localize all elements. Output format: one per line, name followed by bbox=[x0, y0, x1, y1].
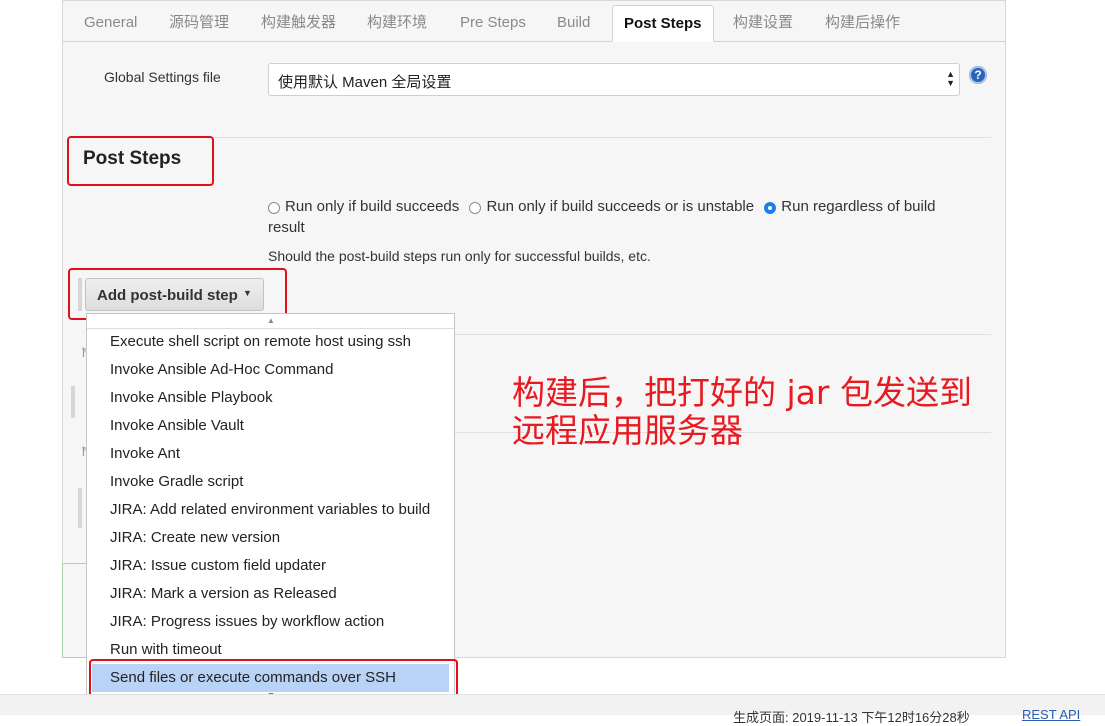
tab-pre-steps[interactable]: Pre Steps bbox=[460, 5, 526, 41]
menu-item-jira-new-version[interactable]: JIRA: Create new version bbox=[92, 524, 449, 552]
menu-item-jira-env-vars[interactable]: JIRA: Add related environment variables … bbox=[92, 496, 449, 524]
global-settings-select[interactable]: 使用默认 Maven 全局设置 ▲ ▼ bbox=[268, 63, 960, 96]
menu-item-jira-release[interactable]: JIRA: Mark a version as Released bbox=[92, 580, 449, 608]
generated-timestamp: 生成页面: 2019-11-13 下午12时16分28秒 bbox=[733, 710, 970, 725]
radio-label: Run only if build succeeds bbox=[285, 198, 460, 215]
rest-api-link[interactable]: REST API bbox=[1022, 707, 1080, 722]
menu-item-invoke-ant[interactable]: Invoke Ant bbox=[92, 440, 449, 468]
menu-item-gradle-script[interactable]: Invoke Gradle script bbox=[92, 468, 449, 496]
drag-handle[interactable] bbox=[71, 386, 75, 418]
radio-circle-icon[interactable] bbox=[469, 202, 482, 214]
menu-item-jira-progress[interactable]: JIRA: Progress issues by workflow action bbox=[92, 608, 449, 636]
tab-post-build-actions[interactable]: 构建后操作 bbox=[825, 5, 900, 41]
tab-post-steps[interactable]: Post Steps bbox=[612, 5, 714, 42]
tab-build-triggers[interactable]: 构建触发器 bbox=[261, 5, 336, 41]
menu-item-ansible-playbook[interactable]: Invoke Ansible Playbook bbox=[92, 384, 449, 412]
menu-item-jira-custom-field[interactable]: JIRA: Issue custom field updater bbox=[92, 552, 449, 580]
annotation-line-2: 远程应用服务器 bbox=[512, 411, 743, 450]
menu-item-ansible-adhoc[interactable]: Invoke Ansible Ad-Hoc Command bbox=[92, 356, 449, 384]
page-footer: 生成页面: 2019-11-13 下午12时16分28秒 REST API bbox=[0, 694, 1105, 725]
radio-checked-icon[interactable] bbox=[764, 202, 777, 214]
tab-general[interactable]: General bbox=[84, 5, 137, 41]
section-divider bbox=[83, 137, 991, 138]
radio-circle-icon[interactable] bbox=[268, 202, 280, 214]
scroll-up-icon[interactable]: ▲ bbox=[267, 316, 275, 325]
radio-label: Run only if build succeeds or is unstabl… bbox=[486, 198, 755, 215]
global-settings-label: Global Settings file bbox=[104, 69, 221, 85]
tab-build-environment[interactable]: 构建环境 bbox=[367, 5, 427, 41]
annotation-text: 构建后，把打好的 jar 包发送到 远程应用服务器 bbox=[512, 374, 972, 450]
title-highlight-box bbox=[67, 136, 214, 186]
hidden-panel-fragment bbox=[62, 563, 87, 658]
tab-build[interactable]: Build bbox=[557, 5, 590, 41]
annotation-line-1: 构建后，把打好的 jar 包发送到 bbox=[512, 373, 972, 412]
drag-handle[interactable] bbox=[78, 488, 82, 528]
post-build-step-menu: ▲ Execute shell script on remote host us… bbox=[86, 313, 455, 704]
tab-source-management[interactable]: 源码管理 bbox=[169, 5, 229, 41]
radio-run-if-succeeds[interactable]: Run only if build succeeds bbox=[268, 198, 459, 215]
global-settings-value: 使用默认 Maven 全局设置 bbox=[278, 74, 452, 91]
menu-item-execute-shell-ssh[interactable]: Execute shell script on remote host usin… bbox=[92, 328, 449, 356]
menu-item-highlight-box bbox=[89, 659, 458, 699]
tab-build-settings[interactable]: 构建设置 bbox=[733, 5, 793, 41]
tab-bar: General 源码管理 构建触发器 构建环境 Pre Steps Build … bbox=[62, 5, 1006, 42]
menu-item-ansible-vault[interactable]: Invoke Ansible Vault bbox=[92, 412, 449, 440]
post-steps-hint: Should the post-build steps run only for… bbox=[268, 248, 651, 264]
run-condition-radios: Run only if build succeeds Run only if b… bbox=[268, 196, 958, 238]
radio-run-if-succeeds-or-unstable[interactable]: Run only if build succeeds or is unstabl… bbox=[469, 198, 754, 215]
help-icon[interactable]: ? bbox=[969, 66, 987, 84]
section-divider bbox=[455, 334, 991, 335]
select-arrows-icon: ▲ ▼ bbox=[946, 69, 955, 88]
